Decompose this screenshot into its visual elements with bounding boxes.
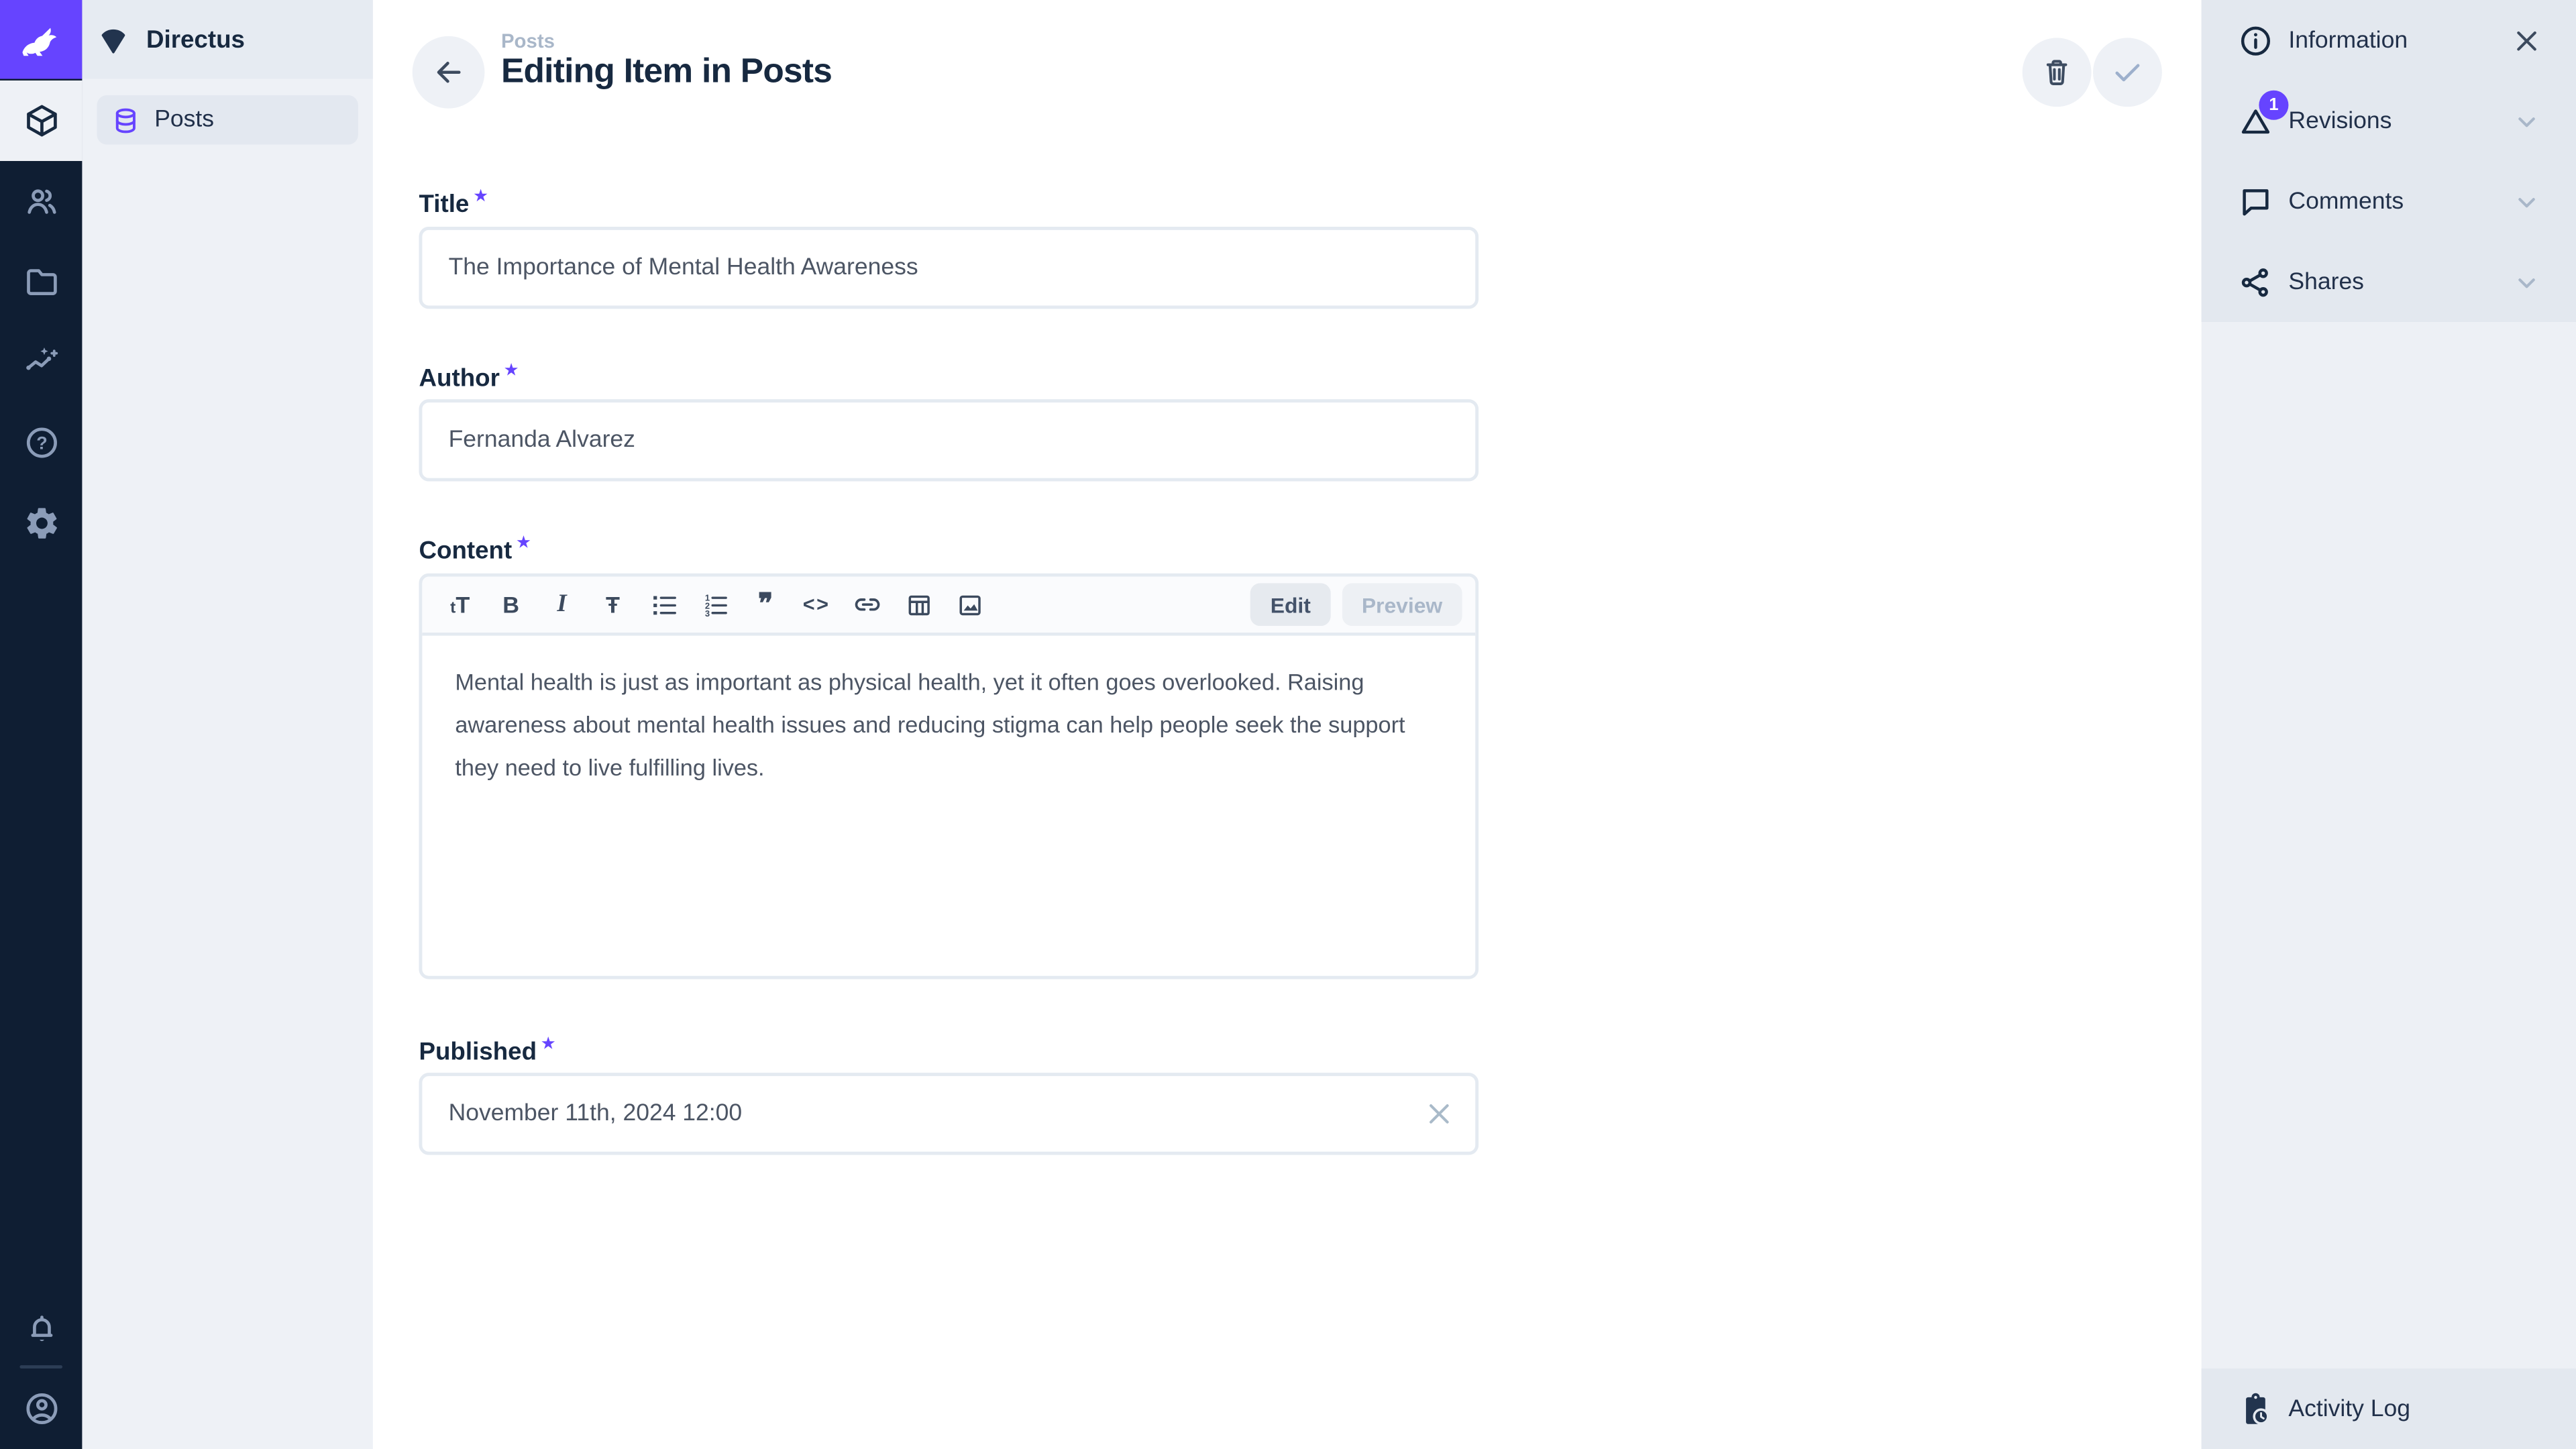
comment-icon [2238, 183, 2274, 219]
clear-icon[interactable] [1423, 1097, 1456, 1130]
bell-icon [22, 1309, 60, 1347]
strikethrough-icon[interactable]: Ŧ [592, 583, 635, 626]
title-field-label: Title★ [419, 187, 487, 219]
fan-icon [95, 21, 131, 58]
sidebar-item-posts[interactable]: Posts [97, 95, 358, 144]
sidebar-item-label: Posts [154, 107, 214, 133]
italic-icon[interactable]: I [541, 583, 584, 626]
bold-icon[interactable]: B [490, 583, 533, 626]
module-insights-button[interactable] [0, 322, 82, 402]
right-drawer: Information 1 Revisions Comm [2202, 0, 2576, 1449]
author-input[interactable] [419, 399, 1479, 481]
page-title: Editing Item in Posts [501, 52, 832, 92]
share-icon [2238, 264, 2274, 300]
content-textarea[interactable]: Mental health is just as important as ph… [422, 636, 1475, 816]
table-icon[interactable] [897, 583, 940, 626]
activity-log-button[interactable]: Activity Log [2202, 1368, 2576, 1449]
content-field-label: Content★ [419, 534, 530, 566]
required-marker: ★ [474, 187, 488, 203]
drawer-section-revisions[interactable]: 1 Revisions [2202, 80, 2576, 161]
insights-icon [22, 343, 60, 381]
users-icon [22, 182, 60, 220]
revisions-count-badge: 1 [2259, 89, 2288, 119]
svg-text:?: ? [36, 433, 46, 453]
delete-button[interactable] [2023, 38, 2092, 107]
nav-sidebar: Directus Posts [82, 0, 372, 1449]
activity-log-label: Activity Log [2288, 1395, 2410, 1421]
numbered-list-icon[interactable]: 123 [693, 583, 736, 626]
database-icon [110, 105, 142, 136]
drawer-section-comments[interactable]: Comments [2202, 161, 2576, 241]
tab-preview[interactable]: Preview [1342, 583, 1462, 626]
box-icon [22, 102, 60, 140]
published-field-label: Published★ [419, 1035, 555, 1067]
user-avatar-icon [22, 1390, 60, 1428]
main-content: Posts Editing Item in Posts Title★ Autho… [373, 0, 2202, 1449]
author-field-label: Author★ [419, 362, 518, 393]
drawer-section-label: Comments [2288, 188, 2510, 214]
chevron-down-icon[interactable] [2510, 105, 2543, 138]
revisions-icon: 1 [2238, 103, 2274, 139]
notifications-button[interactable] [0, 1288, 82, 1368]
chevron-down-icon[interactable] [2510, 266, 2543, 299]
module-file-library-button[interactable] [0, 241, 82, 322]
activity-log-icon [2238, 1391, 2274, 1427]
bulleted-list-icon[interactable] [643, 583, 686, 626]
module-user-directory-button[interactable] [0, 161, 82, 241]
account-button[interactable] [0, 1368, 82, 1449]
project-name: Directus [146, 25, 245, 54]
drawer-section-shares[interactable]: Shares [2202, 241, 2576, 322]
module-settings-button[interactable] [0, 483, 82, 564]
editor-toolbar: tT B I Ŧ 123 ❞ <> [422, 577, 1475, 636]
required-marker: ★ [504, 362, 518, 378]
image-icon[interactable] [948, 583, 991, 626]
blockquote-icon[interactable]: ❞ [744, 583, 787, 626]
code-icon[interactable]: <> [795, 583, 838, 626]
drawer-section-label: Revisions [2288, 107, 2510, 133]
markdown-editor: tT B I Ŧ 123 ❞ <> [419, 574, 1479, 979]
drawer-section-label: Information [2288, 27, 2510, 53]
project-header[interactable]: Directus [82, 0, 372, 79]
chevron-down-icon[interactable] [2510, 185, 2543, 218]
back-button[interactable] [413, 36, 485, 109]
drawer-section-information[interactable]: Information [2202, 0, 2576, 80]
breadcrumb[interactable]: Posts [501, 30, 555, 52]
arrow-left-icon [431, 54, 467, 91]
tab-edit[interactable]: Edit [1250, 583, 1330, 626]
folder-icon [22, 263, 60, 301]
check-icon [2109, 54, 2145, 91]
required-marker: ★ [517, 534, 531, 550]
module-bar: ? [0, 0, 82, 1449]
drawer-sections: Information 1 Revisions Comm [2202, 0, 2576, 322]
rabbit-icon [15, 13, 67, 66]
help-icon: ? [22, 424, 60, 462]
close-icon[interactable] [2510, 24, 2543, 57]
heading-icon[interactable]: tT [439, 583, 482, 626]
trash-icon [2041, 56, 2074, 89]
svg-text:3: 3 [704, 608, 709, 618]
link-icon[interactable] [846, 583, 889, 626]
save-button[interactable] [2093, 38, 2162, 107]
directus-logo-button[interactable] [0, 0, 82, 79]
module-docs-button[interactable]: ? [0, 402, 82, 483]
gear-icon [22, 504, 60, 542]
title-input[interactable] [419, 227, 1479, 309]
published-input[interactable] [419, 1073, 1479, 1155]
info-icon [2238, 22, 2274, 58]
drawer-section-label: Shares [2288, 268, 2510, 294]
published-field [419, 1073, 1479, 1155]
module-content-button[interactable] [0, 80, 82, 161]
app: ? Directus [0, 0, 2576, 1449]
required-marker: ★ [541, 1035, 555, 1051]
